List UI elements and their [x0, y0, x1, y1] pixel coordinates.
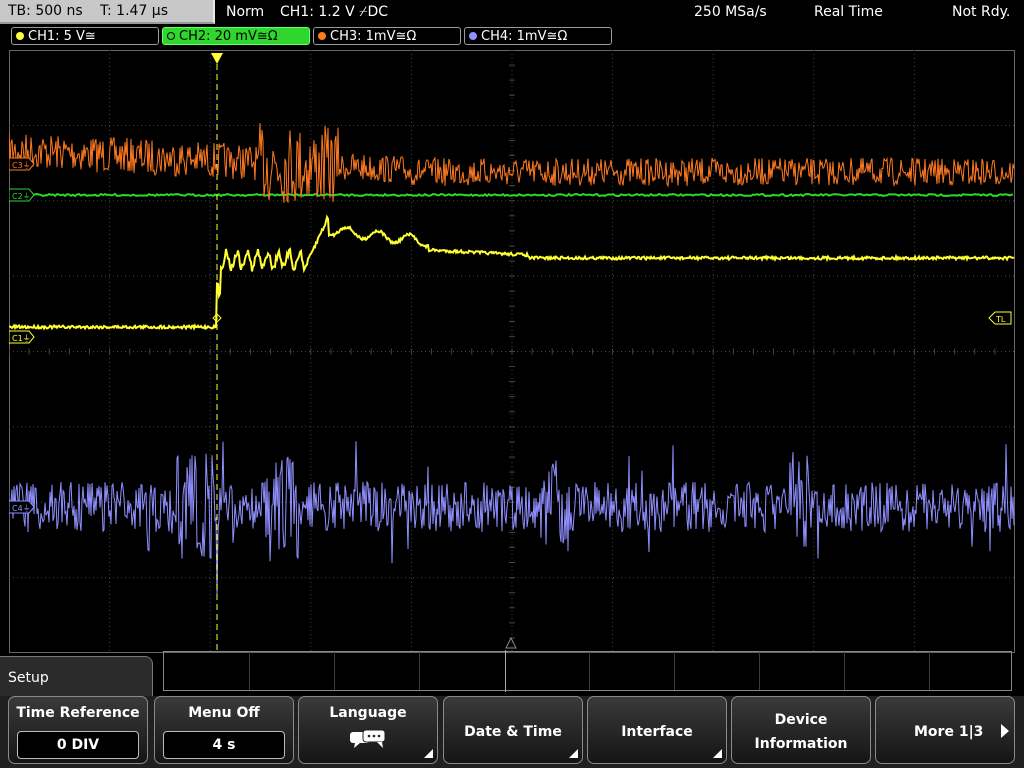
ch3-label: CH3: 1mV≅Ω: [330, 29, 417, 44]
c4-marker-label: C4⏚: [12, 504, 31, 513]
time-reference-softkey[interactable]: Time Reference 0 DIV: [8, 696, 148, 764]
device-information-softkey[interactable]: Device Information: [731, 696, 871, 764]
strip-divider: [419, 652, 420, 690]
channel-tab-ch2[interactable]: CH2: 20 mV≅Ω: [162, 27, 310, 45]
c2-marker-label: C2⏚: [12, 192, 31, 201]
strip-divider: [249, 652, 250, 690]
strip-divider: [929, 652, 930, 690]
c3-ground-marker[interactable]: C3⏚: [9, 157, 35, 171]
trigger-time-readout: T: 1.47 µs: [100, 3, 169, 19]
interface-softkey[interactable]: Interface: [587, 696, 727, 764]
ch4-color-dot: [469, 32, 477, 40]
speech-bubble-icon: [350, 729, 386, 748]
date-time-softkey[interactable]: Date & Time: [443, 696, 583, 764]
sample-rate: 250 MSa/s: [694, 4, 767, 20]
strip-divider: [759, 652, 760, 690]
channel-tab-ch4[interactable]: CH4: 1mV≅Ω: [464, 27, 612, 45]
waveform-display[interactable]: C3⏚ C2⏚ C1⏚ C4⏚ TL: [9, 50, 1015, 653]
menu-title-tab: Setup: [0, 656, 153, 697]
trigger-mode[interactable]: Norm: [226, 4, 264, 20]
c1-marker-label: C1⏚: [12, 334, 31, 343]
menu-off-value[interactable]: 4 s: [163, 731, 285, 759]
trigger-info[interactable]: CH1: 1.2 V ⌿DC: [280, 4, 388, 20]
strip-center-line: [505, 650, 506, 692]
next-page-arrow-icon: [1001, 724, 1009, 738]
status-bar: TB: 500 ns T: 1.47 µs Norm CH1: 1.2 V ⌿D…: [0, 0, 1024, 24]
c4-ground-marker[interactable]: C4⏚: [9, 500, 35, 514]
strip-divider: [589, 652, 590, 690]
ch1-color-dot: [16, 32, 24, 40]
language-softkey[interactable]: Language: [298, 696, 438, 764]
time-reference-label: Time Reference: [16, 705, 140, 721]
menu-off-label: Menu Off: [188, 705, 260, 721]
c1-ground-marker[interactable]: C1⏚: [9, 330, 35, 344]
trigger-level-label: TL: [995, 315, 1006, 324]
ch3-color-dot: [318, 32, 326, 40]
timebase-readout: TB: 500 ns: [8, 3, 83, 19]
ch4-label: CH4: 1mV≅Ω: [481, 29, 568, 44]
menu-title: Setup: [8, 670, 49, 686]
softkey-bar: Time Reference 0 DIV Menu Off 4 s Langua…: [0, 696, 1024, 768]
c2-ground-marker[interactable]: C2⏚: [9, 188, 35, 202]
interface-label: Interface: [621, 724, 693, 740]
timebase-box[interactable]: TB: 500 ns T: 1.47 µs: [0, 0, 215, 24]
more-softkey[interactable]: More 1|3: [875, 696, 1015, 764]
menu-off-softkey[interactable]: Menu Off 4 s: [154, 696, 294, 764]
ch1-label: CH1: 5 V≅: [28, 29, 96, 44]
language-label: Language: [329, 705, 407, 721]
date-time-label: Date & Time: [464, 724, 562, 740]
strip-divider: [844, 652, 845, 690]
submenu-corner-icon: [424, 749, 433, 758]
strip-divider: [334, 652, 335, 690]
device-label: Device: [774, 712, 828, 728]
channel-tab-ch1[interactable]: CH1: 5 V≅: [11, 27, 159, 45]
strip-divider: [674, 652, 675, 690]
information-label: Information: [754, 736, 848, 752]
acquisition-status: Not Rdy.: [952, 4, 1011, 20]
more-label: More 1|3: [914, 724, 984, 740]
submenu-corner-icon: [713, 749, 722, 758]
channel-tab-ch3[interactable]: CH3: 1mV≅Ω: [313, 27, 461, 45]
timebase-overview-strip: [163, 650, 1012, 692]
acquisition-mode[interactable]: Real Time: [814, 4, 883, 20]
ch2-color-dot: [167, 32, 175, 40]
ch2-label: CH2: 20 mV≅Ω: [179, 29, 278, 44]
c3-marker-label: C3⏚: [12, 161, 31, 170]
time-reference-value[interactable]: 0 DIV: [17, 731, 139, 759]
submenu-corner-icon: [569, 749, 578, 758]
